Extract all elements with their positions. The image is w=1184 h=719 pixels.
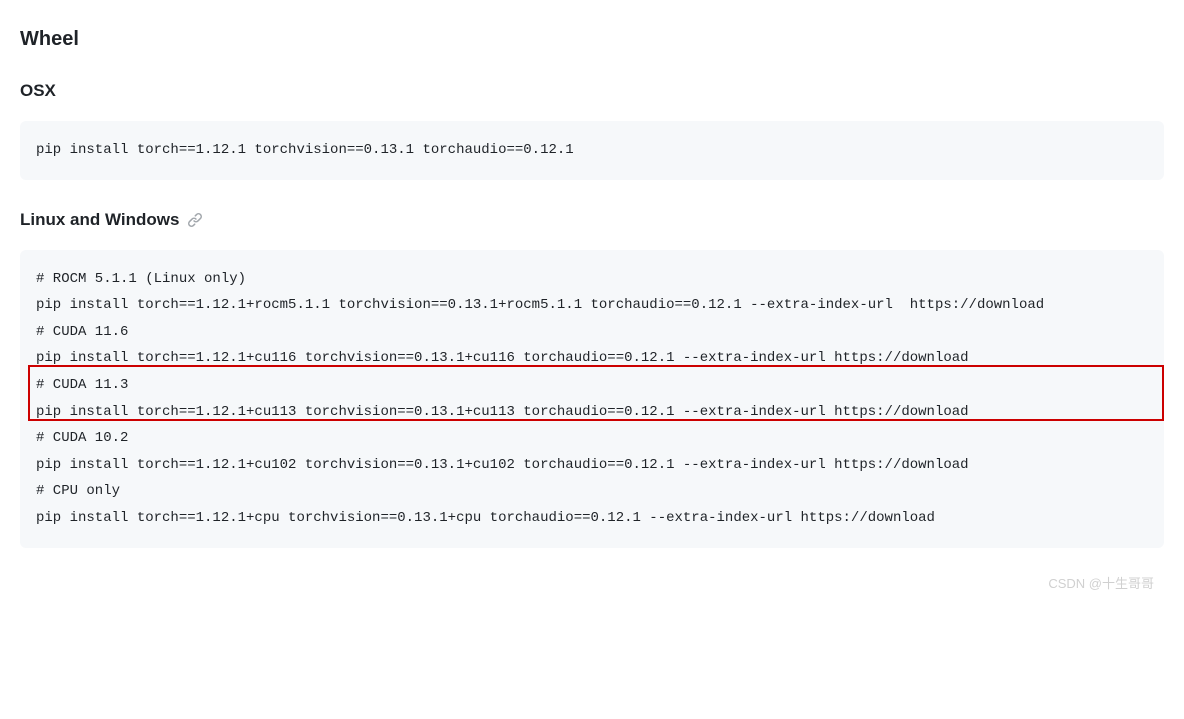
code-line: pip install torch==1.12.1+cpu torchvisio…: [36, 505, 1148, 532]
osx-heading: OSX: [20, 81, 1164, 101]
wheel-heading: Wheel: [20, 28, 1164, 51]
linux-windows-heading-text: Linux and Windows: [20, 210, 179, 230]
code-line: pip install torch==1.12.1+cu116 torchvis…: [36, 345, 1148, 372]
link-icon[interactable]: [187, 212, 203, 228]
code-line: pip install torch==1.12.1+cu113 torchvis…: [36, 399, 1148, 426]
code-line: # ROCM 5.1.1 (Linux only): [36, 266, 1148, 293]
linux-windows-heading: Linux and Windows: [20, 210, 1164, 230]
code-line: # CUDA 10.2: [36, 425, 1148, 452]
code-line: pip install torch==1.12.1+rocm5.1.1 torc…: [36, 292, 1148, 319]
watermark: CSDN @十生哥哥: [1048, 573, 1154, 592]
code-line: # CUDA 11.3: [36, 372, 1148, 399]
linux-windows-code-block[interactable]: # ROCM 5.1.1 (Linux only)pip install tor…: [20, 250, 1164, 548]
osx-heading-text: OSX: [20, 81, 56, 101]
code-line: # CPU only: [36, 478, 1148, 505]
code-line: pip install torch==1.12.1+cu102 torchvis…: [36, 452, 1148, 479]
osx-code-block[interactable]: pip install torch==1.12.1 torchvision==0…: [20, 121, 1164, 180]
linux-windows-code-wrapper: # ROCM 5.1.1 (Linux only)pip install tor…: [20, 250, 1164, 548]
code-line: # CUDA 11.6: [36, 319, 1148, 346]
